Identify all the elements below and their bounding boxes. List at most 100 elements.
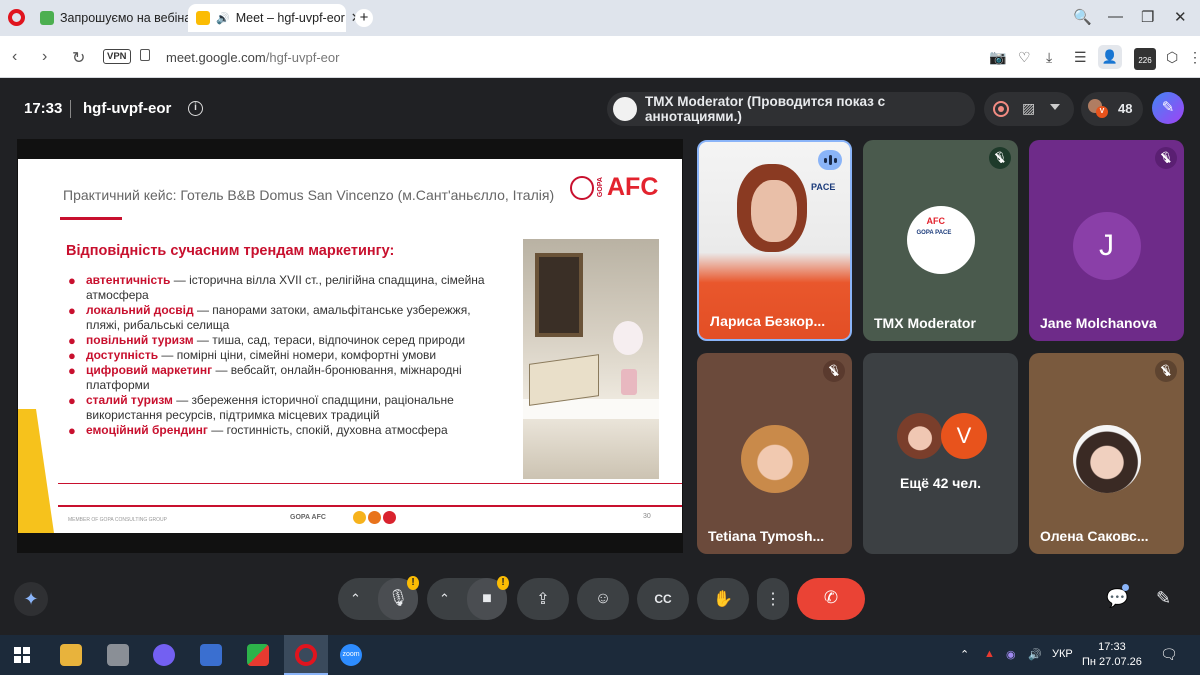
- afc-logo: GOPA AFC: [570, 173, 658, 202]
- emoji-button[interactable]: ☺: [577, 578, 629, 620]
- app-icon[interactable]: [247, 644, 269, 666]
- raise-hand-button[interactable]: ✋: [697, 578, 749, 620]
- bullet-keyword: доступність: [86, 348, 159, 362]
- participants-button[interactable]: V 48: [1081, 92, 1143, 126]
- forward-button[interactable]: ›: [42, 48, 47, 66]
- slide-subheading: Відповідність сучасним трендам маркетинг…: [66, 243, 395, 259]
- captions-button[interactable]: CC: [637, 578, 689, 620]
- download-icon[interactable]: ⤓: [1046, 49, 1052, 66]
- chat-icon[interactable]: 💬: [1106, 588, 1128, 609]
- save-icon[interactable]: [200, 644, 222, 666]
- moderator-avatar: AFC GOPA PACE: [906, 206, 975, 274]
- bullet-keyword: локальний досвід: [86, 303, 194, 317]
- mic-control-group: ⌃ 🎙: [338, 578, 418, 620]
- cube-icon[interactable]: ⬡: [1166, 49, 1178, 66]
- viber-icon[interactable]: [153, 644, 175, 666]
- tray-app-icon[interactable]: ▲: [984, 648, 995, 660]
- others-count-label: Ещё 42 чел.: [900, 475, 981, 491]
- info-icon[interactable]: i: [188, 101, 203, 116]
- meet-icon: [196, 11, 210, 25]
- tray-viber-icon[interactable]: ◉: [1006, 648, 1016, 661]
- meeting-time: 17:33: [24, 100, 63, 117]
- participant-tile[interactable]: 🎙 AFC GOPA PACE TMX Moderator: [863, 140, 1018, 341]
- search-tabs-icon[interactable]: 🔍: [1073, 8, 1092, 26]
- tab-meet[interactable]: 🔊 Meet – hgf-uvpf-eor ✕: [188, 4, 362, 32]
- chevron-down-icon[interactable]: [1050, 104, 1060, 110]
- language-indicator[interactable]: УКР: [1052, 648, 1073, 660]
- presenter-pill[interactable]: TMX Moderator (Проводится показ с аннота…: [607, 92, 975, 126]
- bullet-keyword: повільний туризм: [86, 333, 194, 347]
- back-button[interactable]: ‹: [12, 48, 17, 66]
- restore-button[interactable]: ❐: [1141, 8, 1154, 26]
- participant-tile[interactable]: 🎙 Олена Саковс...: [1029, 353, 1184, 554]
- footer-circle-logos: [353, 511, 396, 524]
- participant-name: TMX Moderator: [874, 315, 976, 331]
- crucifix-painting: [535, 253, 583, 337]
- tray-chevron-up-icon[interactable]: ⌃: [960, 648, 969, 661]
- menu-icon[interactable]: ☰: [1074, 49, 1087, 66]
- camera-options-chevron-icon[interactable]: ⌃: [439, 591, 450, 607]
- more-icon[interactable]: ⋮: [1188, 49, 1200, 66]
- slide-page-number: 30: [643, 513, 651, 520]
- others-tile[interactable]: V Ещё 42 чел.: [863, 353, 1018, 554]
- notifications-icon[interactable]: 🗨: [1160, 646, 1178, 663]
- meeting-code: hgf-uvpf-eor: [83, 100, 172, 117]
- heart-icon[interactable]: ♡: [1018, 49, 1031, 66]
- vpn-badge[interactable]: VPN: [103, 49, 131, 64]
- minimize-button[interactable]: —: [1108, 8, 1123, 25]
- slide-title: Практичний кейс: Готель B&B Domus San Vi…: [63, 187, 555, 203]
- participant-tile[interactable]: 🎙 Tetiana Tymosh...: [697, 353, 852, 554]
- activities-icon[interactable]: ✎: [1156, 588, 1171, 609]
- bullet-text: — помірні ціни, сімейні номери, комфортн…: [158, 348, 437, 362]
- tab-title: Запрошуємо на вебінар: [60, 11, 199, 25]
- recording-pill[interactable]: ▨: [984, 92, 1074, 126]
- close-window-button[interactable]: ✕: [1174, 8, 1187, 26]
- bullet-item: ● локальний досвід — панорами затоки, ама…: [68, 303, 471, 332]
- tab-webinar-invite[interactable]: Запрошуємо на вебінар: [32, 4, 198, 32]
- mic-off-icon: 🎙: [823, 360, 845, 382]
- chat-notification-dot: [1122, 584, 1129, 591]
- gemini-icon[interactable]: ✦: [14, 582, 48, 616]
- calculator-icon[interactable]: [107, 644, 129, 666]
- mic-options-chevron-icon[interactable]: ⌃: [350, 591, 361, 607]
- tab-title: Meet – hgf-uvpf-eor: [235, 11, 345, 25]
- logo-small-text: GOPA: [597, 177, 604, 198]
- new-tab-button[interactable]: +: [355, 9, 373, 27]
- bullet-list: ● автентичність — історична вілла XVII ст…: [66, 273, 506, 438]
- camera-icon[interactable]: 📷: [989, 49, 1006, 66]
- more-options-button[interactable]: ⋮: [757, 578, 789, 620]
- present-screen-button[interactable]: ⇪: [517, 578, 569, 620]
- hangup-button[interactable]: ✆: [797, 578, 865, 620]
- url-field[interactable]: meet.google.com/hgf-uvpf-eor: [166, 50, 339, 65]
- windows-taskbar: zoom ⌃ ▲ ◉ 🔊 УКР 17:33 Пн 27.07.26 🗨: [0, 635, 1200, 675]
- start-icon[interactable]: [14, 647, 30, 663]
- participant-name: Jane Molchanova: [1040, 315, 1157, 331]
- presenter-avatar: [613, 97, 637, 121]
- profile-icon[interactable]: 👤: [1098, 45, 1122, 69]
- mic-off-icon: 🎙: [989, 147, 1011, 169]
- mic-off-icon: 🎙: [1155, 147, 1177, 169]
- file-explorer-icon[interactable]: [60, 644, 82, 666]
- footer-rule: [58, 483, 682, 484]
- extension-badge[interactable]: 226: [1134, 48, 1156, 70]
- mail-icon: [40, 11, 54, 25]
- zoom-icon[interactable]: zoom: [340, 644, 362, 666]
- participant-count: 48: [1118, 101, 1133, 116]
- speaker-face: [751, 180, 797, 242]
- bullet-keyword: цифровий маркетинг: [86, 363, 213, 377]
- clock[interactable]: 17:33 Пн 27.07.26: [1082, 640, 1142, 670]
- opera-taskbar-icon[interactable]: [295, 644, 317, 666]
- participant-tile[interactable]: PACE Лариса Безкор...: [697, 140, 852, 341]
- participant-tile[interactable]: 🎙 J Jane Molchanova: [1029, 140, 1184, 341]
- reload-button[interactable]: ↻: [72, 48, 85, 68]
- participant-name: Олена Саковс...: [1040, 528, 1149, 544]
- magic-pen-icon[interactable]: ✎: [1152, 92, 1184, 124]
- lock-icon[interactable]: [140, 49, 150, 61]
- avatar: [1072, 425, 1141, 493]
- volume-icon[interactable]: 🔊: [1028, 648, 1042, 661]
- globe-icon: [570, 175, 594, 200]
- speaker-icon[interactable]: 🔊: [216, 12, 230, 25]
- opera-logo-icon[interactable]: [8, 9, 25, 26]
- camera-warning-icon: !: [497, 576, 509, 590]
- bullet-item: ● цифровий маркетинг — вебсайт, онлайн-бр…: [68, 363, 462, 392]
